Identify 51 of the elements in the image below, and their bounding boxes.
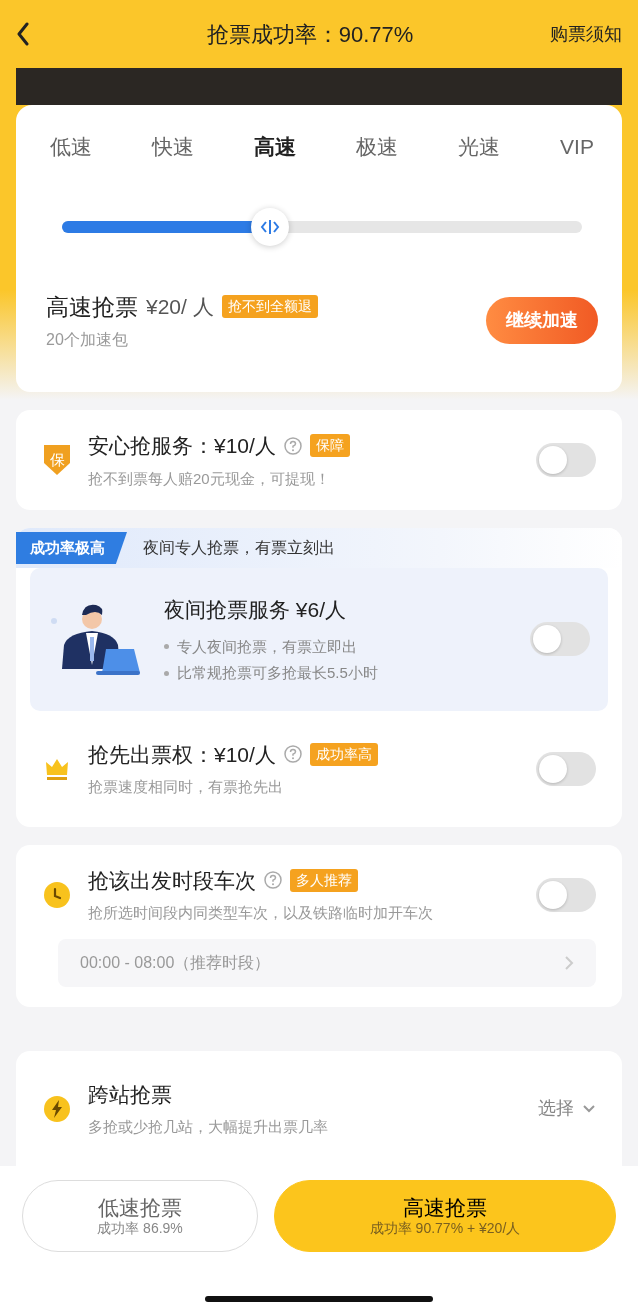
chevron-right-icon <box>564 954 574 971</box>
service-tag: 保障 <box>309 434 350 458</box>
speed-slider[interactable] <box>62 207 582 246</box>
select-label: 选择 <box>538 1097 574 1120</box>
drag-arrows-icon <box>260 218 280 235</box>
speed-tab[interactable]: 快速 <box>148 131 198 163</box>
bullet-text: 专人夜间抢票，有票立即出 <box>177 636 357 657</box>
speed-tab[interactable]: 高速 <box>250 131 301 163</box>
back-icon[interactable] <box>16 22 30 46</box>
service-title: 夜间抢票服务 ¥6/人 <box>164 597 348 623</box>
speed-tab[interactable]: 低速 <box>46 131 96 163</box>
service-tag: 多人推荐 <box>290 868 358 892</box>
ticket-option-button[interactable]: 高速抢票 成功率 90.77% + ¥20/人 <box>274 1180 616 1252</box>
chevron-down-icon <box>582 1103 596 1114</box>
refund-tag: 抢不到全额退 <box>221 295 318 319</box>
notice-link[interactable]: 购票须知 <box>550 20 622 48</box>
toggle-switch[interactable] <box>536 877 596 912</box>
bullet-text: 比常规抢票可多抢最长5.5小时 <box>177 663 378 683</box>
speed-tab[interactable]: 光速 <box>454 131 505 163</box>
speed-tab[interactable]: 极速 <box>352 131 403 163</box>
service-title: 安心抢服务：¥10/人 <box>88 433 276 459</box>
help-icon[interactable] <box>283 436 302 455</box>
lightning-icon <box>43 1094 71 1123</box>
plan-price: ¥20/ 人 <box>146 294 214 320</box>
shield-icon: 保 <box>44 445 70 475</box>
service-tag: 成功率高 <box>309 742 378 766</box>
speed-tab[interactable]: VIP <box>556 131 598 163</box>
service-description: 抢票速度相同时，有票抢先出 <box>88 777 284 797</box>
help-icon[interactable] <box>283 745 302 764</box>
service-description: 抢所选时间段内同类型车次，以及铁路临时加开车次 <box>88 903 434 923</box>
slider-thumb[interactable] <box>251 207 289 246</box>
night-headline: 夜间专人抢票，有票立刻出 <box>143 538 335 558</box>
service-title: 抢先出票权：¥10/人 <box>88 741 276 768</box>
toggle-switch[interactable] <box>536 443 596 477</box>
select-dropdown[interactable]: 选择 <box>538 1095 596 1122</box>
plan-note: 20个加速包 <box>46 330 129 350</box>
toggle-switch[interactable] <box>530 622 590 657</box>
bullet-icon <box>164 644 169 650</box>
bullet-icon <box>164 670 169 676</box>
plan-title: 高速抢票 <box>46 292 138 322</box>
clock-icon <box>43 880 71 909</box>
service-title: 抢该出发时段车次 <box>88 867 256 894</box>
toggle-switch[interactable] <box>536 751 596 786</box>
service-title: 跨站抢票 <box>88 1081 172 1108</box>
service-description: 抢不到票每人赔20元现金，可提现！ <box>88 468 331 489</box>
help-icon[interactable] <box>264 871 282 890</box>
service-description: 多抢或少抢几站，大幅提升出票几率 <box>88 1117 329 1137</box>
ticket-option-button[interactable]: 低速抢票 成功率 86.9% <box>22 1180 258 1252</box>
page-title: 抢票成功率：90.77% <box>206 20 414 49</box>
success-tag: 成功率极高 <box>16 532 127 564</box>
time-slot-text: 00:00 - 08:00（推荐时段） <box>80 952 271 973</box>
